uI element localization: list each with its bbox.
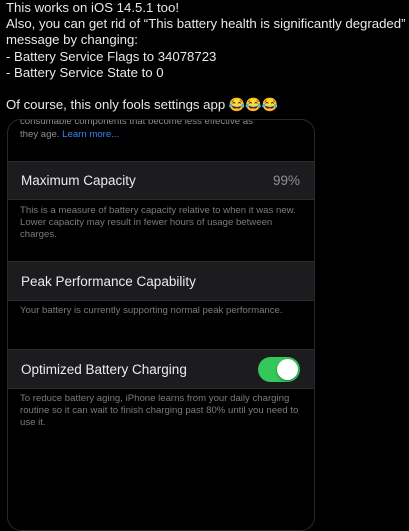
tweet-line: - Battery Service Flags to 34078723 — [6, 48, 217, 64]
maximum-capacity-value: 99% — [272, 173, 300, 188]
attached-screenshot[interactable]: consumable components that become less e… — [7, 119, 315, 531]
maximum-capacity-footer: This is a measure of battery capacity re… — [20, 205, 296, 241]
peak-performance-cell: Peak Performance Capability — [8, 261, 314, 301]
intro-cut-line: consumable components that become less e… — [20, 119, 253, 127]
battery-intro-text: consumable components that become less e… — [20, 119, 302, 141]
optimized-charging-cell: Optimized Battery Charging — [8, 349, 314, 389]
peak-performance-label: Peak Performance Capability — [21, 274, 196, 289]
peak-performance-footer: Your battery is currently supporting nor… — [20, 305, 283, 316]
learn-more-link[interactable]: Learn more... — [62, 129, 119, 140]
maximum-capacity-cell: Maximum Capacity 99% — [8, 161, 314, 200]
tweet-line: Also, you can get rid of “This battery h… — [6, 16, 406, 32]
tweet-line: - Battery Service State to 0 — [6, 64, 164, 80]
maximum-capacity-label: Maximum Capacity — [21, 173, 136, 188]
tweet-line: Of course, this only fools settings app … — [6, 97, 279, 113]
tweet-line: message by changing: — [6, 32, 138, 48]
tweet-text: This works on iOS 14.5.1 too! Also, you … — [6, 0, 406, 113]
tweet-line: This works on iOS 14.5.1 too! — [6, 0, 179, 15]
optimized-charging-label: Optimized Battery Charging — [21, 362, 187, 377]
optimized-charging-footer: To reduce battery aging, iPhone learns f… — [20, 393, 299, 429]
toggle-knob — [277, 359, 298, 380]
optimized-charging-toggle[interactable] — [258, 357, 300, 382]
intro-cut-line: they age. — [20, 128, 60, 140]
